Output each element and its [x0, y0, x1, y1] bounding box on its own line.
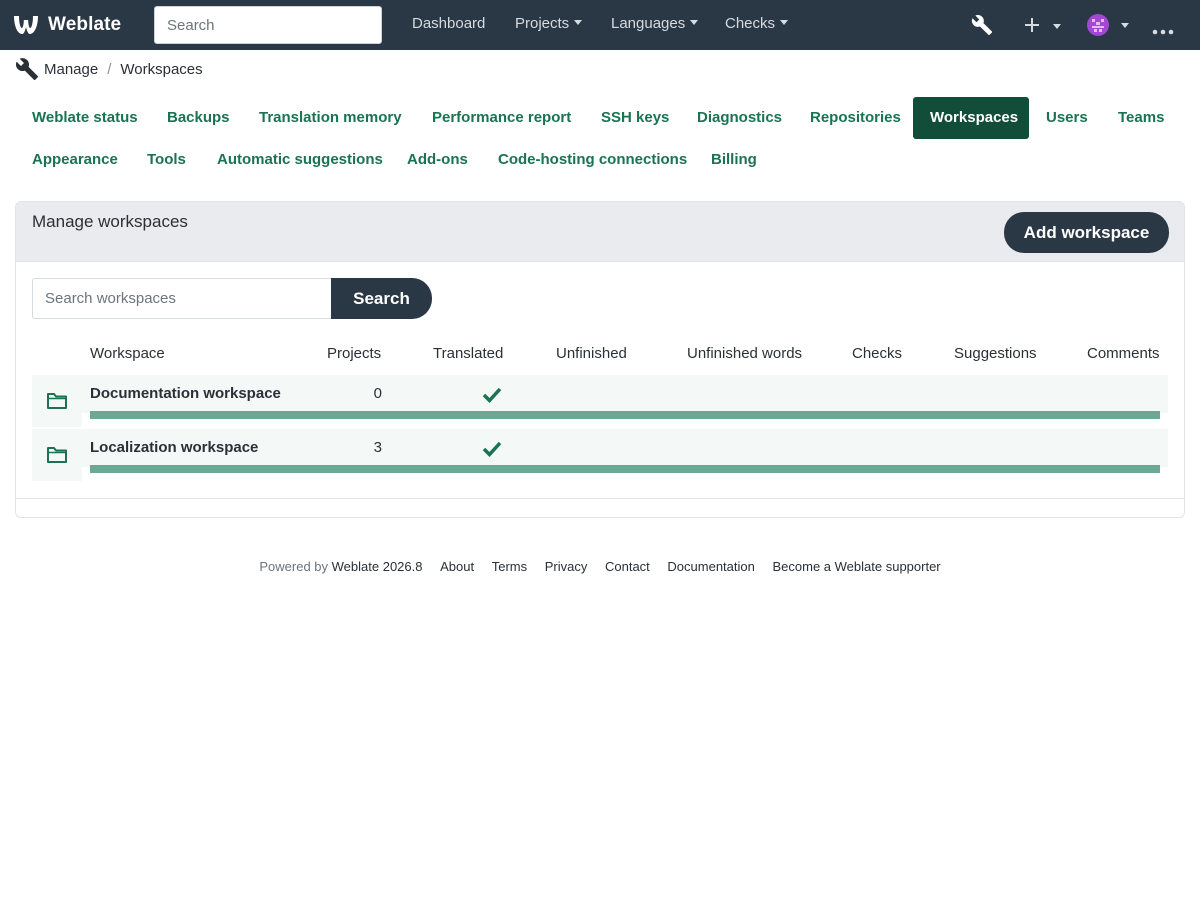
tab-add-ons[interactable]: Add-ons — [390, 139, 485, 181]
top-navbar: Weblate Dashboard Projects Languages Che… — [0, 0, 1200, 50]
chevron-down-icon — [690, 20, 699, 25]
tab-teams[interactable]: Teams — [1101, 97, 1181, 139]
more-icon[interactable] — [1152, 22, 1174, 39]
tab-appearance[interactable]: Appearance — [15, 139, 135, 181]
card-title: Manage workspaces — [32, 212, 188, 231]
footer-link-about[interactable]: About — [440, 559, 474, 574]
footer-link-documentation[interactable]: Documentation — [667, 559, 754, 574]
translation-progress-bar — [90, 465, 1160, 473]
global-search-input[interactable] — [154, 6, 382, 44]
chevron-down-icon — [780, 20, 789, 25]
nav-languages-dropdown[interactable]: Languages — [611, 15, 699, 32]
weblate-logo-icon — [14, 16, 38, 34]
column-header-workspace[interactable]: Workspace — [90, 345, 165, 362]
tab-translation-memory[interactable]: Translation memory — [242, 97, 419, 139]
tab-workspaces[interactable]: Workspaces — [913, 97, 1029, 139]
breadcrumb: Manage / Workspaces — [15, 57, 203, 81]
tab-users[interactable]: Users — [1029, 97, 1105, 139]
column-header-translated[interactable]: Translated — [433, 345, 503, 362]
nav-projects-dropdown[interactable]: Projects — [515, 15, 583, 32]
tab-automatic-suggestions[interactable]: Automatic suggestions — [200, 139, 400, 181]
chevron-down-icon — [1053, 24, 1062, 29]
user-menu-button[interactable] — [1087, 14, 1130, 40]
tab-ssh-keys[interactable]: SSH keys — [584, 97, 686, 139]
workspace-name-link[interactable]: Documentation workspace — [90, 385, 281, 402]
workspace-name-link[interactable]: Localization workspace — [90, 439, 258, 456]
plus-icon — [1025, 18, 1039, 32]
wrench-icon[interactable] — [971, 14, 993, 40]
footer-link-privacy[interactable]: Privacy — [545, 559, 588, 574]
brand-link[interactable]: Weblate — [12, 12, 121, 38]
progress-fill — [90, 465, 1160, 473]
folder-icon[interactable] — [46, 446, 68, 468]
column-header-projects[interactable]: Projects — [327, 345, 381, 362]
add-workspace-button[interactable]: Add workspace — [1004, 212, 1169, 253]
progress-fill — [90, 411, 1160, 419]
breadcrumb-manage[interactable]: Manage — [44, 61, 98, 78]
breadcrumb-separator: / — [107, 60, 112, 78]
weblate-version-link[interactable]: Weblate 2026.8 — [332, 559, 423, 574]
chevron-down-icon — [1121, 23, 1130, 28]
check-icon — [482, 440, 502, 461]
column-header-comments[interactable]: Comments — [1087, 345, 1160, 362]
breadcrumb-workspaces[interactable]: Workspaces — [120, 61, 202, 78]
folder-icon[interactable] — [46, 392, 68, 414]
nav-dashboard[interactable]: Dashboard — [412, 15, 485, 32]
footer-link-terms[interactable]: Terms — [492, 559, 527, 574]
translation-progress-bar — [90, 411, 1160, 419]
chevron-down-icon — [574, 20, 583, 25]
tab-tools[interactable]: Tools — [130, 139, 203, 181]
workspace-search-input[interactable] — [32, 278, 332, 319]
tab-code-hosting-connections[interactable]: Code-hosting connections — [481, 139, 704, 181]
column-header-unfinished-words[interactable]: Unfinished words — [687, 345, 802, 362]
card-header: Manage workspaces Add workspace — [16, 202, 1184, 262]
tab-performance-report[interactable]: Performance report — [415, 97, 588, 139]
powered-by-text: Powered by — [259, 559, 329, 574]
projects-count: 3 — [373, 439, 382, 456]
avatar — [1087, 14, 1109, 36]
tab-repositories[interactable]: Repositories — [793, 97, 918, 139]
brand-name: Weblate — [48, 14, 122, 35]
footer-link-contact[interactable]: Contact — [605, 559, 650, 574]
wrench-icon — [15, 58, 38, 80]
column-header-unfinished[interactable]: Unfinished — [556, 345, 627, 362]
nav-checks-dropdown[interactable]: Checks — [725, 15, 789, 32]
row-icon-cell — [32, 467, 82, 481]
manage-workspaces-card: Manage workspaces Add workspace Search W… — [15, 201, 1185, 518]
row-icon-cell — [32, 413, 82, 427]
tab-backups[interactable]: Backups — [150, 97, 247, 139]
add-menu-button[interactable] — [1023, 15, 1062, 39]
workspace-search-button[interactable]: Search — [331, 278, 432, 319]
column-header-suggestions[interactable]: Suggestions — [954, 345, 1037, 362]
card-divider — [16, 498, 1184, 499]
column-header-checks[interactable]: Checks — [852, 345, 902, 362]
projects-count: 0 — [373, 385, 382, 402]
tab-weblate-status[interactable]: Weblate status — [15, 97, 155, 139]
footer-link-supporter[interactable]: Become a Weblate supporter — [773, 559, 941, 574]
tab-billing[interactable]: Billing — [694, 139, 774, 181]
check-icon — [482, 386, 502, 407]
tab-diagnostics[interactable]: Diagnostics — [680, 97, 799, 139]
page-footer: Powered by Weblate 2026.8 About Terms Pr… — [0, 559, 1200, 574]
